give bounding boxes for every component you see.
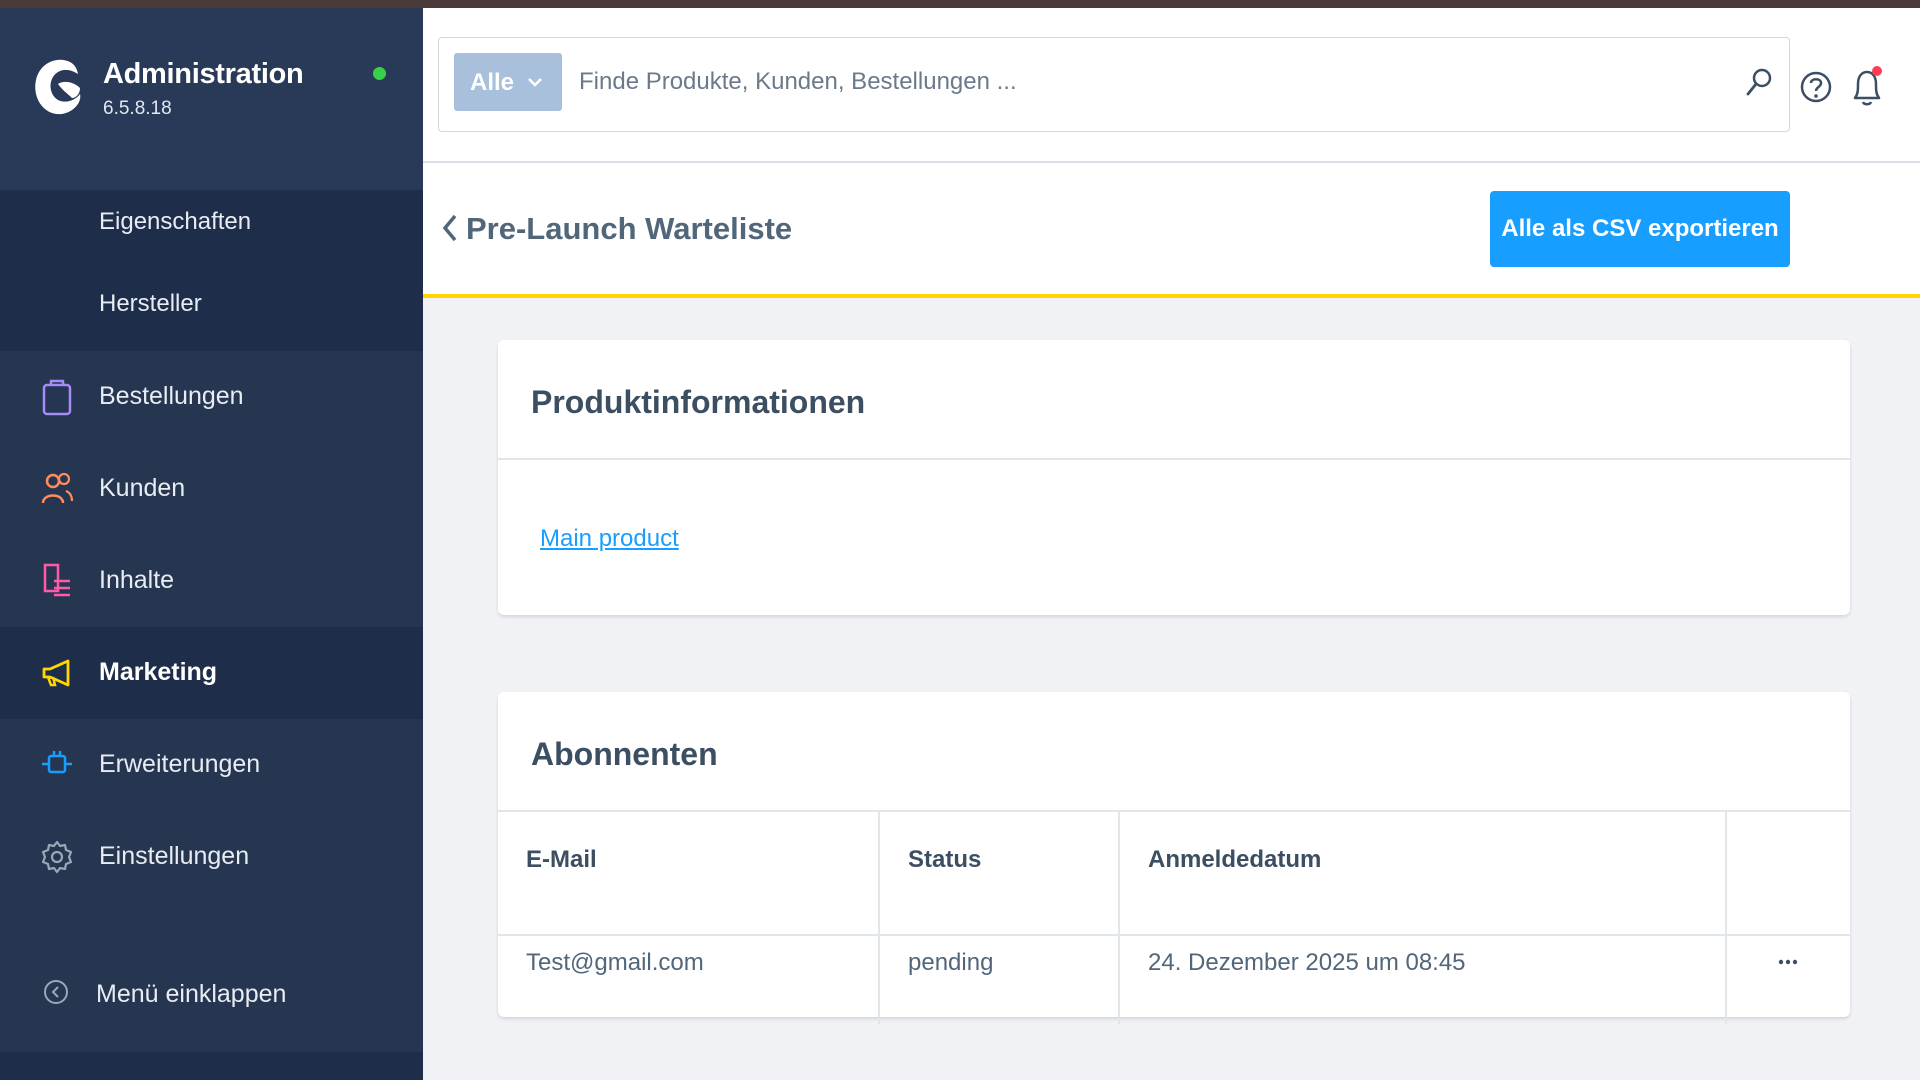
sidebar-item-label: Inhalte: [99, 566, 175, 594]
collapse-menu-label: Menü einklappen: [96, 980, 287, 1008]
search-input[interactable]: [579, 53, 1709, 111]
column-header-status[interactable]: Status: [908, 846, 981, 874]
sidebar-item-einstellungen[interactable]: Einstellungen: [0, 811, 423, 903]
search-scope-label: Alle: [470, 69, 515, 96]
plug-icon: [42, 751, 72, 774]
status-indicator: [373, 67, 386, 80]
window-top-strip: [0, 0, 1920, 8]
sidebar-item-kunden[interactable]: Kunden: [0, 443, 423, 535]
collapse-menu-button[interactable]: Menü einklappen: [0, 958, 423, 1028]
sidebar-item-label: Kunden: [99, 474, 186, 502]
sidebar-item-bestellungen[interactable]: Bestellungen: [0, 351, 423, 443]
sidebar-footer: [0, 1052, 423, 1080]
product-info-card: Produktinformationen Main product: [498, 340, 1850, 615]
gear-icon: [41, 840, 73, 874]
cell-status: pending: [908, 949, 994, 976]
subnav-item-hersteller[interactable]: Hersteller: [99, 290, 202, 318]
search-scope-select[interactable]: Alle: [454, 53, 562, 111]
shopware-logo-icon: [35, 59, 81, 115]
column-header-date[interactable]: Anmeldedatum: [1148, 846, 1321, 874]
content-icon: [43, 563, 70, 597]
product-info-title: Produktinformationen: [531, 384, 866, 420]
help-icon[interactable]: [1798, 67, 1834, 107]
users-icon: [41, 472, 74, 504]
sidebar-item-label: Marketing: [99, 658, 218, 686]
subscribers-title: Abonnenten: [531, 736, 718, 772]
cell-date: 24. Dezember 2025 um 08:45: [1148, 949, 1466, 976]
page-header: Pre-Launch Warteliste Alle als CSV expor…: [423, 163, 1920, 298]
app-title: Administration: [103, 58, 304, 90]
brand-header: Administration 6.5.8.18: [0, 8, 423, 190]
app-version: 6.5.8.18: [103, 98, 172, 119]
back-chevron-icon[interactable]: [441, 213, 459, 243]
row-divider: [498, 934, 1850, 936]
shopping-bag-icon: [42, 379, 72, 416]
card-divider: [498, 810, 1850, 812]
catalog-subnav: Eigenschaften Hersteller: [0, 190, 423, 351]
sidebar-item-label: Bestellungen: [99, 382, 244, 410]
page-title: Pre-Launch Warteliste: [466, 211, 793, 246]
chevron-left-circle-icon: [44, 980, 68, 1004]
column-divider: [878, 812, 880, 1024]
notification-bell-icon[interactable]: [1849, 64, 1885, 108]
row-actions-ellipsis-icon[interactable]: [1778, 958, 1798, 966]
search-icon[interactable]: [1744, 66, 1774, 100]
top-header: Alle: [423, 8, 1920, 163]
sidebar-item-marketing[interactable]: Marketing: [0, 627, 423, 719]
sidebar-item-label: Einstellungen: [99, 842, 250, 870]
chevron-down-icon: [528, 78, 542, 87]
column-divider: [1118, 812, 1120, 1024]
cell-email: Test@gmail.com: [526, 949, 704, 976]
global-search: Alle: [438, 37, 1790, 132]
sidebar-item-inhalte[interactable]: Inhalte: [0, 535, 423, 627]
column-divider: [1725, 812, 1727, 1024]
subnav-item-eigenschaften[interactable]: Eigenschaften: [99, 208, 251, 236]
megaphone-icon: [42, 659, 70, 687]
sidebar: Administration 6.5.8.18 Eigenschaften He…: [0, 8, 423, 1080]
export-csv-button[interactable]: Alle als CSV exportieren: [1490, 191, 1790, 267]
sidebar-item-label: Erweiterungen: [99, 750, 261, 778]
subscribers-card: Abonnenten E-Mail Status Anmeldedatum Te…: [498, 692, 1850, 1024]
column-header-email[interactable]: E-Mail: [526, 846, 597, 874]
card-divider: [498, 458, 1850, 460]
sidebar-item-erweiterungen[interactable]: Erweiterungen: [0, 719, 423, 811]
product-link[interactable]: Main product: [540, 525, 679, 553]
